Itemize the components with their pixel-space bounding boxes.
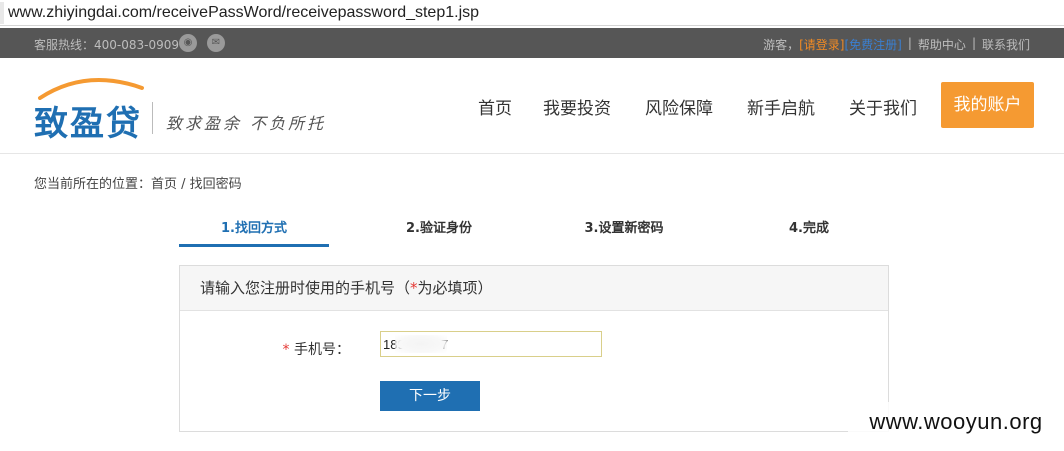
heading-text-prefix: 请输入您注册时使用的手机号（: [200, 279, 411, 297]
nav-home[interactable]: 首页: [478, 94, 512, 119]
nav-invest[interactable]: 我要投资: [543, 94, 611, 119]
top-utility-bar: 客服热线：400-083-0909 ◉ ✉ 游客， [请登录] [免费注册] |…: [0, 28, 1064, 58]
url-text[interactable]: www.zhiyingdai.com/receivePassWord/recei…: [8, 4, 479, 22]
watermark: www.wooyun.org: [848, 402, 1064, 442]
phone-required-mark: *: [282, 342, 290, 358]
breadcrumb: 您当前所在的位置：首页 / 找回密码: [34, 177, 242, 192]
phone-form-panel: 请输入您注册时使用的手机号（*为必填项） * 手机号： 下一步: [179, 265, 889, 432]
contact-us-link[interactable]: 联系我们: [982, 36, 1030, 53]
redaction-blur: [395, 335, 447, 353]
nav-risk-protection[interactable]: 风险保障: [645, 94, 713, 119]
my-account-button[interactable]: 我的账户: [941, 82, 1034, 128]
service-hotline: 客服热线：400-083-0909: [34, 38, 180, 52]
separator: |: [971, 36, 976, 50]
help-center-link[interactable]: 帮助中心: [918, 36, 966, 53]
step-1-find-method: 1.找回方式: [221, 221, 287, 236]
address-bar-edge: [0, 1, 4, 24]
site-header: 致盈贷 致求盈余 不负所托 首页 我要投资 风险保障 新手启航 关于我们 我的账…: [0, 58, 1064, 154]
next-step-button[interactable]: 下一步: [380, 381, 480, 411]
separator: |: [907, 36, 912, 50]
browser-address-bar[interactable]: www.zhiyingdai.com/receivePassWord/recei…: [0, 0, 1064, 26]
top-links: 游客， [请登录] [免费注册] | 帮助中心 | 联系我们: [763, 36, 1030, 53]
phone-label: * 手机号：: [280, 339, 350, 359]
step-3-set-password: 3.设置新密码: [584, 221, 664, 236]
weibo-icon[interactable]: ◉: [179, 34, 197, 52]
step-indicator: 1.找回方式 2.验证身份 3.设置新密码 4.完成: [179, 213, 889, 249]
site-slogan: 致求盈余 不负所托: [166, 114, 327, 133]
register-link[interactable]: [免费注册]: [845, 36, 902, 53]
step-4-complete: 4.完成: [789, 221, 829, 236]
active-step-underline: [179, 244, 329, 247]
guest-label: 游客，: [763, 38, 800, 52]
site-logo[interactable]: 致盈贷: [34, 96, 142, 145]
login-link[interactable]: [请登录]: [799, 36, 844, 53]
phone-label-text: 手机号：: [289, 342, 350, 358]
nav-beginner[interactable]: 新手启航: [747, 94, 815, 119]
heading-required-mark: *: [410, 279, 418, 297]
nav-about-us[interactable]: 关于我们: [849, 94, 917, 119]
heading-text-suffix: 为必填项）: [417, 279, 493, 297]
form-heading: 请输入您注册时使用的手机号（*为必填项）: [180, 266, 888, 311]
wechat-icon[interactable]: ✉: [207, 34, 225, 52]
logo-divider: [152, 102, 153, 134]
step-2-verify-identity: 2.验证身份: [406, 221, 472, 236]
